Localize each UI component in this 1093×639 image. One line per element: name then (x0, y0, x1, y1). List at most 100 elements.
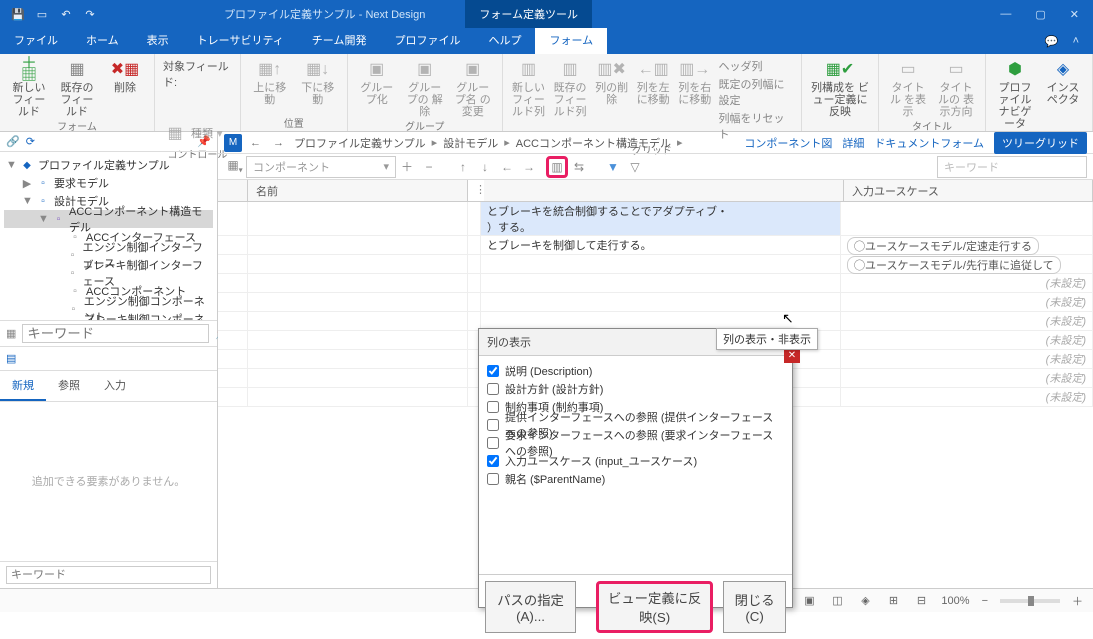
col-left-button[interactable]: ←▥列を左に移動 (635, 58, 671, 106)
maximize-icon[interactable]: ▢ (1035, 8, 1045, 21)
status-ico-6[interactable]: ⊟ (913, 594, 929, 607)
menu-trace[interactable]: トレーサビリティ (183, 28, 298, 54)
model-chip[interactable]: M (224, 134, 242, 152)
close-button[interactable]: 閉じる(C) (723, 581, 786, 633)
menu-file[interactable]: ファイル (0, 28, 72, 54)
popup-x-icon[interactable]: ✕ (784, 349, 800, 363)
open-icon[interactable]: ▭ (34, 6, 50, 22)
view-treegrid-button[interactable]: ツリーグリッド (994, 132, 1087, 154)
view-link-2[interactable]: ドキュメントフォーム (874, 135, 984, 151)
status-ico-5[interactable]: ⊞ (885, 594, 901, 607)
left-refresh-icon[interactable]: ⟳ (26, 135, 35, 148)
popup-column-item[interactable]: 説明 (Description) (487, 362, 784, 380)
popup-column-item[interactable]: 要求インターフェースへの参照 (要求インターフェースへの参照) (487, 434, 784, 452)
existing-field-button[interactable]: ▦既存の フィールド (56, 58, 98, 118)
left-tab-new[interactable]: 新規 (0, 371, 46, 401)
left-search-1[interactable] (22, 324, 209, 343)
tb-list-icon[interactable]: ▦▾ (224, 158, 246, 174)
type-dropdown[interactable]: コンポーネント▾ (246, 156, 396, 178)
tb-move-up-icon[interactable]: ↑ (452, 160, 474, 174)
col-right-button[interactable]: ▥→列を右に移動 (677, 58, 713, 106)
grid-col-handle[interactable] (218, 180, 248, 201)
menu-help[interactable]: ヘルプ (474, 28, 535, 54)
table-row[interactable]: とブレーキを統合制御することでアダプティブ・）する。 (218, 202, 1093, 236)
header-row-button[interactable]: ヘッダ列 (719, 58, 794, 74)
menu-team[interactable]: チーム開発 (298, 28, 381, 54)
model-tree[interactable]: ▼◆プロファイル定義サンプル ▶▫要求モデル▼▫設計モデル▼▫ACCコンポーネン… (0, 152, 217, 320)
tb-add-icon[interactable]: ＋ (396, 158, 418, 175)
context-tab[interactable]: フォーム定義ツール (465, 0, 592, 28)
zoom-slider[interactable] (1000, 599, 1060, 603)
ungroup-button[interactable]: ▣グループの 解除 (404, 58, 446, 118)
menu-profile[interactable]: プロファイル (380, 28, 474, 54)
new-column-button[interactable]: ▥新しい フィールド列 (511, 58, 547, 118)
group-button[interactable]: ▣グループ化 (356, 58, 398, 106)
table-row[interactable]: (未設定) (218, 293, 1093, 312)
apply-view-button[interactable]: ▦✔列構成を ビュー定義に反映 (810, 58, 870, 118)
left-grid-icon[interactable]: ▦ (6, 327, 16, 340)
save-icon[interactable]: 💾 (10, 6, 26, 22)
existing-column-button[interactable]: ▥既存の フィールド列 (552, 58, 588, 118)
menu-view[interactable]: 表示 (133, 28, 183, 54)
crumb-2[interactable]: ACCコンポーネント構造モデル (514, 135, 673, 151)
delete-field-button[interactable]: ✖▦削除 (104, 58, 146, 94)
grid-col-name[interactable]: 名前 (248, 180, 468, 201)
status-ico-3[interactable]: ◫ (829, 594, 845, 607)
ribbon-collapse-icon[interactable]: ˄ (1073, 35, 1079, 47)
tb-move-down-icon[interactable]: ↓ (474, 160, 496, 174)
redo-icon[interactable]: ↷ (82, 6, 98, 22)
new-field-button[interactable]: ＋▦新しい フィールド (8, 58, 50, 118)
default-width-button[interactable]: 既定の列幅に設定 (719, 76, 794, 108)
popup-column-item[interactable]: 親名 ($ParentName) (487, 470, 784, 488)
path-button[interactable]: パスの指定(A)... (485, 581, 576, 633)
status-ico-2[interactable]: ▣ (801, 594, 817, 607)
tb-horizontal-icon[interactable]: ⇆ (568, 160, 590, 174)
tb-filter-icon[interactable]: ▼ (602, 160, 624, 174)
back-icon[interactable]: ← (246, 137, 265, 149)
left-tab-input[interactable]: 入力 (92, 371, 138, 401)
left-sub-icon[interactable]: ▤ (6, 352, 16, 365)
crumb-0[interactable]: プロファイル定義サンプル (292, 135, 428, 151)
table-row[interactable]: (未設定) (218, 274, 1093, 293)
tree-node[interactable]: ▶▫要求モデル (4, 174, 213, 192)
zoom-in-icon[interactable]: ＋ (1072, 593, 1083, 609)
show-title-button[interactable]: ▭タイトル を表示 (887, 58, 929, 118)
zoom-out-icon[interactable]: − (982, 595, 988, 607)
undo-icon[interactable]: ↶ (58, 6, 74, 22)
view-link-0[interactable]: コンポーネント図 (744, 135, 832, 151)
tree-root[interactable]: プロファイル定義サンプル (38, 157, 170, 173)
grid-col-uc[interactable]: 入力ユースケース (844, 180, 1093, 201)
tb-remove-icon[interactable]: − (418, 160, 440, 174)
tb-clear-filter-icon[interactable]: ▽ (624, 160, 646, 174)
tb-next-icon[interactable]: → (518, 160, 540, 174)
menu-form[interactable]: フォーム (535, 28, 607, 54)
ribbon-feedback-icon[interactable]: 💬 (1045, 35, 1059, 48)
tree-node[interactable]: ▼▫ACCコンポーネント構造モデル (4, 210, 213, 228)
delete-column-button[interactable]: ▥✖列の削除 (594, 58, 630, 106)
close-icon[interactable]: ✕ (1070, 8, 1079, 21)
apply-to-view-button[interactable]: ビュー定義に反映(S) (596, 581, 713, 633)
left-foot-search[interactable] (6, 566, 211, 584)
grid-col-desc[interactable] (484, 180, 844, 201)
rename-group-button[interactable]: ▣グループ名 の変更 (452, 58, 494, 118)
grid-search[interactable]: キーワード (937, 156, 1087, 178)
status-ico-4[interactable]: ◈ (857, 594, 873, 607)
inspector-button[interactable]: ◈インスペクタ (1042, 58, 1084, 106)
crumb-1[interactable]: 設計モデル (441, 135, 500, 151)
column-settings-icon[interactable]: ▥ (546, 156, 568, 178)
left-tab-ref[interactable]: 参照 (46, 371, 92, 401)
control-type-button[interactable]: ▦種類▾ (163, 122, 223, 146)
forward-icon[interactable]: → (269, 137, 288, 149)
popup-column-item[interactable]: 設計方針 (設計方針) (487, 380, 784, 398)
minimize-icon[interactable]: ― (1000, 8, 1011, 21)
table-row[interactable]: とブレーキを制御して走行する。◯ユースケースモデル/定速走行する (218, 236, 1093, 255)
tb-prev-icon[interactable]: ← (496, 160, 518, 174)
profile-nav-button[interactable]: ⬢プロファイル ナビゲータ (994, 58, 1036, 130)
menu-home[interactable]: ホーム (72, 28, 133, 54)
move-down-button[interactable]: ▦↓下に移動 (297, 58, 339, 106)
move-up-button[interactable]: ▦↑上に移動 (249, 58, 291, 106)
left-link-icon[interactable]: 🔗 (6, 135, 20, 148)
table-row[interactable]: ◯ユースケースモデル/先行車に追従して (218, 255, 1093, 274)
tree-node[interactable]: ▫ブレーキ制御インターフェース (4, 264, 213, 282)
title-dir-button[interactable]: ▭タイトルの 表示方向 (935, 58, 977, 118)
